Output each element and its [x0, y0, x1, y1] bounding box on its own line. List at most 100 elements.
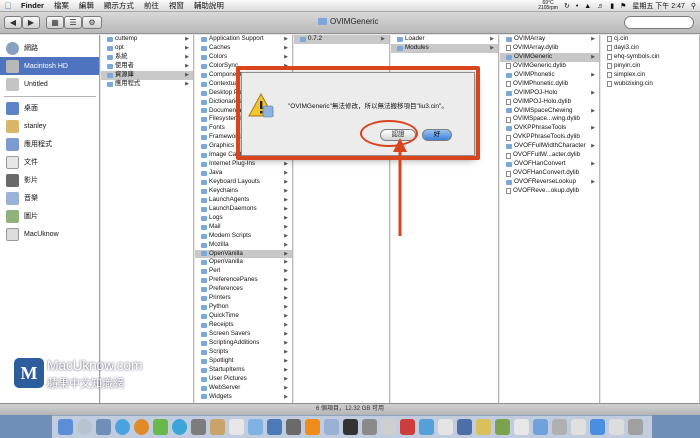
list-item[interactable]: Keyboard Layouts ▶ [195, 178, 292, 187]
list-item[interactable]: 使用者 ▶ [101, 62, 193, 71]
list-item[interactable]: Logs ▶ [195, 214, 292, 223]
list-item[interactable]: OVKPPhraseTools ▶ [500, 124, 599, 133]
volume-icon[interactable]: ♬ [597, 3, 604, 10]
list-item[interactable]: Caches ▶ [195, 44, 292, 53]
list-item[interactable]: Modules ▶ [391, 43, 498, 53]
list-item[interactable]: OVOFHanConvert.dylib [500, 169, 599, 178]
list-item[interactable]: Loader ▶ [391, 35, 498, 44]
menu-view[interactable]: 顯示方式 [99, 0, 139, 11]
list-item[interactable]: Screen Savers ▶ [195, 330, 292, 339]
sidebar-item-pictures[interactable]: 圖片 [0, 207, 99, 225]
spotlight-icon[interactable]: ⚲ [691, 2, 696, 10]
sidebar-item-network[interactable]: 網路 [0, 39, 99, 57]
app-dock-icon[interactable] [438, 419, 453, 435]
system-preferences-dock-icon[interactable] [362, 419, 377, 435]
textedit-dock-icon[interactable] [381, 419, 396, 435]
list-item[interactable]: OVIMPhonetic ▶ [500, 71, 599, 80]
app-dock-icon[interactable] [419, 419, 434, 435]
photoshop-dock-icon[interactable] [324, 419, 339, 435]
icon-view-button[interactable]: ▦ [46, 16, 64, 29]
list-item[interactable]: 資源庫 ▶ [101, 70, 193, 80]
list-item[interactable]: 系統 ▶ [101, 53, 193, 62]
list-item[interactable]: opt ▶ [101, 44, 193, 53]
downloads-dock-icon[interactable] [590, 419, 605, 435]
list-item[interactable]: StartupItems ▶ [195, 366, 292, 375]
list-item[interactable]: Perl ▶ [195, 267, 292, 276]
list-item[interactable]: Preferences ▶ [195, 285, 292, 294]
list-item[interactable]: Application Support ▶ [195, 35, 292, 44]
list-item[interactable]: wubizixing.cin [601, 80, 699, 89]
list-item[interactable]: OVIMGeneric.dylib [500, 62, 599, 71]
menu-go[interactable]: 前往 [139, 0, 164, 11]
list-item[interactable]: simplex.cin [601, 71, 699, 80]
sidebar-item-macintosh-hd[interactable]: Macintosh HD [0, 57, 99, 75]
app-dock-icon[interactable] [400, 419, 415, 435]
search-input[interactable] [624, 16, 694, 29]
list-item[interactable]: 0.7.2 ▶ [294, 35, 389, 44]
list-item[interactable]: 應用程式 ▶ [101, 80, 193, 89]
list-item[interactable]: OpenVanilla ▶ [195, 258, 292, 267]
list-item[interactable]: OpenVanilla ▶ [195, 249, 292, 259]
wifi-icon[interactable]: ▲ [584, 3, 591, 10]
list-item[interactable]: Java ▶ [195, 169, 292, 178]
app-dock-icon[interactable] [457, 419, 472, 435]
list-item[interactable]: OVOFFullWidthCharacter ▶ [500, 142, 599, 151]
sidebar-item-applications[interactable]: 應用程式 [0, 135, 99, 153]
back-button[interactable]: ◀ [4, 16, 22, 29]
app-dock-icon[interactable] [514, 419, 529, 435]
menu-window[interactable]: 視窗 [164, 0, 189, 11]
vlc-dock-icon[interactable] [305, 419, 320, 435]
menu-help[interactable]: 輔助說明 [189, 0, 229, 11]
app-dock-icon[interactable] [552, 419, 567, 435]
addressbook-dock-icon[interactable] [210, 419, 225, 435]
list-item[interactable]: Receipts ▶ [195, 321, 292, 330]
forward-button[interactable]: ▶ [22, 16, 40, 29]
mail-dock-icon[interactable] [96, 419, 111, 435]
column-view-button[interactable]: ☰ [64, 16, 82, 29]
menu-finder[interactable]: Finder [16, 1, 49, 10]
itunes-dock-icon[interactable] [248, 419, 263, 435]
ical-dock-icon[interactable] [229, 419, 244, 435]
list-item[interactable]: LaunchDaemons ▶ [195, 205, 292, 214]
list-item[interactable]: dayi3.cin [601, 44, 699, 53]
list-item[interactable]: OVIMSpace...wing.dylib [500, 115, 599, 124]
list-item[interactable]: Internet Plug-Ins ▶ [195, 160, 292, 169]
imovie-dock-icon[interactable] [286, 419, 301, 435]
list-item[interactable]: Printers ▶ [195, 294, 292, 303]
list-item[interactable]: OVIMArray.dylib [500, 44, 599, 53]
finder-dock-icon[interactable] [58, 419, 73, 435]
documents-dock-icon[interactable] [609, 419, 624, 435]
app-dock-icon[interactable] [571, 419, 586, 435]
menu-file[interactable]: 檔案 [49, 0, 74, 11]
app-dock-icon[interactable] [533, 419, 548, 435]
list-item[interactable]: OVIMPhonetic.dylib [500, 80, 599, 89]
app-dock-icon[interactable] [476, 419, 491, 435]
bluetooth-icon[interactable]: • [576, 3, 578, 10]
list-item[interactable]: OVIMPOJ-Holo.dylib [500, 98, 599, 107]
list-item[interactable]: LaunchAgents ▶ [195, 196, 292, 205]
list-item[interactable]: OVOFReverseLookup ▶ [500, 178, 599, 187]
list-item[interactable]: ScriptingAdditions ▶ [195, 339, 292, 348]
firefox-dock-icon[interactable] [134, 419, 149, 435]
list-item[interactable]: cj.cin [601, 35, 699, 44]
list-item[interactable]: WebServer ▶ [195, 384, 292, 393]
sidebar-item-untitled[interactable]: Untitled [0, 75, 99, 93]
list-item[interactable]: OVOFFullW...acter.dylib [500, 151, 599, 160]
list-item[interactable]: OVIMSpaceChewing ▶ [500, 107, 599, 116]
list-item[interactable]: QuickTime ▶ [195, 312, 292, 321]
trash-dock-icon[interactable] [628, 419, 643, 435]
sidebar-item-macuknow[interactable]: MacUknow [0, 225, 99, 243]
temperature-monitor[interactable]: 69°C 2105rpm [538, 1, 558, 11]
preview-dock-icon[interactable] [191, 419, 206, 435]
list-item[interactable]: OVOFReve...okup.dylib [500, 187, 599, 196]
list-item[interactable]: Mozilla ▶ [195, 241, 292, 250]
iphoto-dock-icon[interactable] [267, 419, 282, 435]
sidebar-item-movies[interactable]: 影片 [0, 171, 99, 189]
list-item[interactable]: Spotlight ▶ [195, 357, 292, 366]
list-item[interactable]: Colors ▶ [195, 53, 292, 62]
list-item[interactable]: Widgets ▶ [195, 393, 292, 402]
list-item[interactable]: cuttemp ▶ [101, 35, 193, 44]
list-item[interactable]: OVOFHanConvert ▶ [500, 160, 599, 169]
list-item[interactable]: OVIMPOJ-Holo ▶ [500, 89, 599, 98]
list-item[interactable]: Python ▶ [195, 303, 292, 312]
